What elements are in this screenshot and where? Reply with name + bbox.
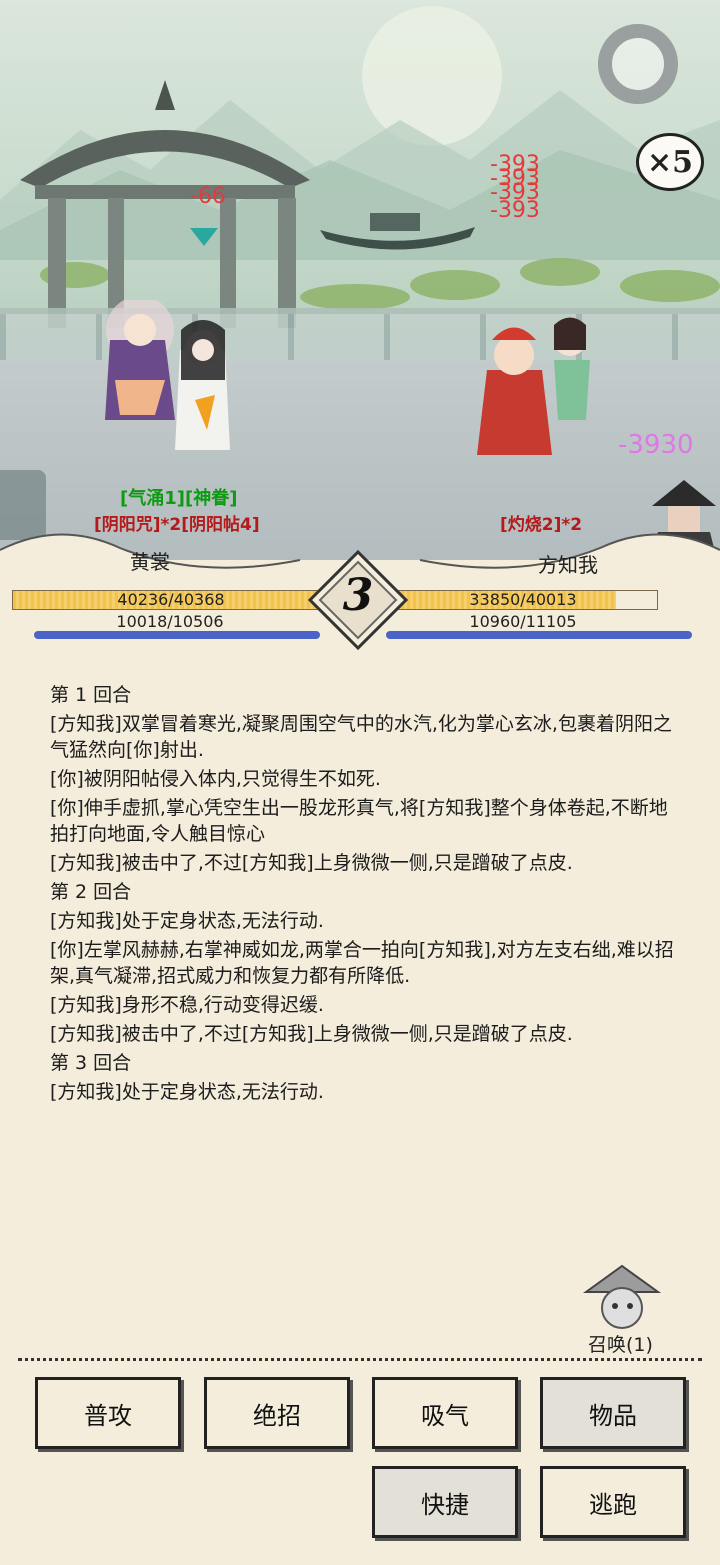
- breath-button[interactable]: 吸气: [372, 1377, 518, 1449]
- divider: [18, 1358, 702, 1361]
- log-entry: [方知我]被击中了,不过[方知我]上身微微一侧,只是蹭破了点皮.: [50, 852, 573, 874]
- log-entry: [方知我]双掌冒着寒光,凝聚周围空气中的水汽,化为掌心玄冰,包裹着阴阳之气猛然向…: [50, 713, 672, 761]
- round-number: 3: [342, 570, 374, 621]
- player-hp-bar: 40236/40368: [12, 590, 330, 610]
- quick-label: 快捷: [421, 1490, 469, 1519]
- log-entry: [你]被阴阳帖侵入体内,只觉得生不如死.: [50, 768, 381, 790]
- log-entry: [方知我]处于定身状态,无法行动.: [50, 1081, 324, 1103]
- enemy-mp-bar: [386, 631, 692, 639]
- log-entry: [方知我]处于定身状态,无法行动.: [50, 910, 324, 932]
- ultimate-button[interactable]: 绝招: [204, 1377, 350, 1449]
- player-name: 黄裳: [130, 550, 170, 574]
- battle-scene: ×5 -66 -393 -393 -393 -393 -3930 [气涌1][神…: [0, 0, 720, 560]
- log-entry: [你]左掌风赫赫,右掌神威如龙,两掌合一拍向[方知我],对方左支右绌,难以招架,…: [50, 939, 674, 987]
- attack-button[interactable]: 普攻: [35, 1377, 181, 1449]
- flee-label: 逃跑: [589, 1490, 637, 1519]
- summon-button[interactable]: 召唤(1): [588, 1330, 653, 1357]
- items-button[interactable]: 物品: [540, 1377, 686, 1449]
- log-entry: [方知我]身形不稳,行动变得迟缓.: [50, 994, 324, 1016]
- damage-number: -66: [190, 184, 226, 209]
- breath-label: 吸气: [421, 1401, 469, 1430]
- lily-pad: [410, 270, 500, 300]
- boat: [320, 213, 475, 250]
- player-mp-text: 10018/10506: [116, 612, 224, 631]
- log-round-header: 第 1 回合: [50, 684, 132, 706]
- player-characters: [105, 300, 230, 450]
- enemy-hp-text: 33850/40013: [469, 590, 577, 609]
- log-entry: [你]伸手虚抓,掌心凭空生出一股龙形真气,将[方知我]整个身体卷起,不断地拍打向…: [50, 797, 668, 845]
- crit-damage-number: -3930: [618, 430, 694, 460]
- pavilion: [20, 80, 310, 328]
- enemy-hp-bar: 33850/40013: [388, 590, 658, 610]
- lily-pad: [520, 258, 600, 286]
- log-entry: [方知我]被击中了,不过[方知我]上身微微一侧,只是蹭破了点皮.: [50, 1023, 573, 1045]
- enemy-mp-text: 10960/11105: [469, 612, 577, 631]
- player-hp-text: 40236/40368: [117, 590, 225, 609]
- damage-number: -393: [490, 198, 540, 223]
- player-buff-status: [气涌1][神眷]: [120, 488, 238, 509]
- player-mp-bar: [34, 631, 320, 639]
- damage-stack: -393 -393 -393 -393: [490, 154, 540, 223]
- log-round-header: 第 2 回合: [50, 881, 132, 903]
- ultimate-label: 绝招: [253, 1401, 301, 1430]
- battle-log: 第 1 回合 [方知我]双掌冒着寒光,凝聚周围空气中的水汽,化为掌心玄冰,包裹着阴…: [50, 680, 680, 1108]
- target-marker-icon: [190, 228, 218, 246]
- auto-battle-toggle[interactable]: [598, 24, 678, 104]
- quick-button[interactable]: 快捷: [372, 1466, 518, 1538]
- enemy-name: 方知我: [538, 553, 598, 577]
- flee-button[interactable]: 逃跑: [540, 1466, 686, 1538]
- speed-label: ×5: [646, 144, 693, 180]
- attack-label: 普攻: [84, 1401, 132, 1430]
- enemy-characters: [477, 317, 590, 455]
- log-round-header: 第 3 回合: [50, 1052, 132, 1074]
- items-label: 物品: [589, 1401, 637, 1430]
- lily-pad: [620, 270, 720, 302]
- speed-button[interactable]: ×5: [636, 133, 704, 191]
